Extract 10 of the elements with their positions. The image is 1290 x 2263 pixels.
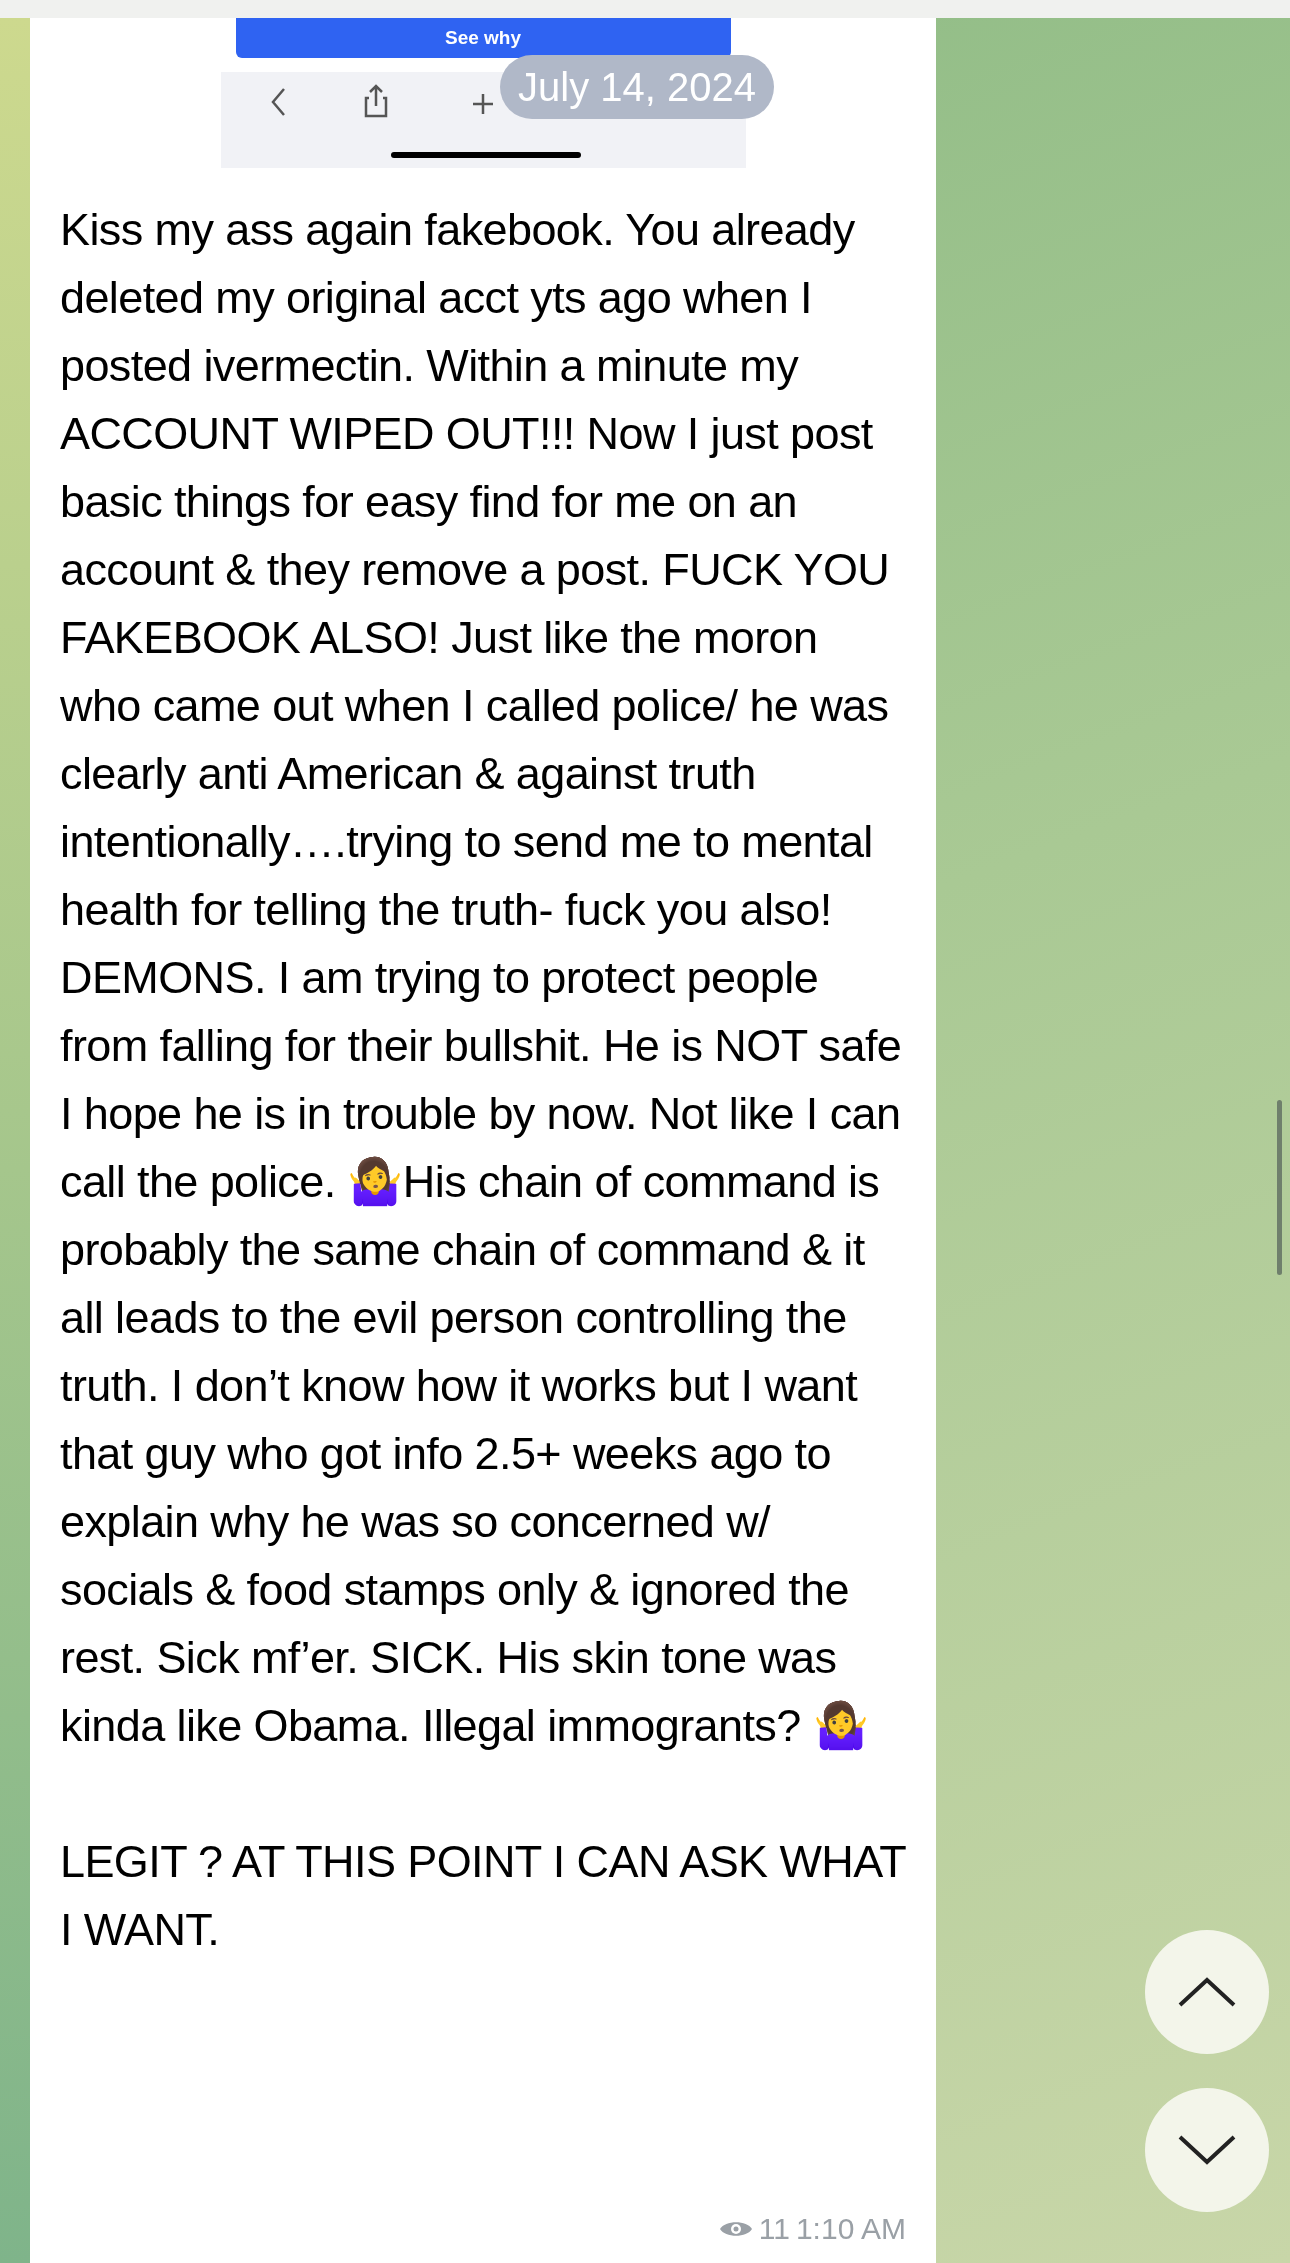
chevron-up-icon xyxy=(1177,1976,1237,2008)
view-count: 11 xyxy=(758,2211,790,2247)
share-icon[interactable] xyxy=(362,84,389,118)
message-text: Kiss my ass again fakebook. You already deleted my original acct yts ago when I posted ivermectin. Within a minute my ACCOUNT WIPED OUT!!! Now I just post basic things for easy find for me on an account & they remove a post. FUCK YOU FAKEBOOK ALSO! Just like the moron who came out when I called police/ he was clearly anti American & against truth intentionally….trying to send me to mental health for telling the truth- fuck you also! DEMONS. I am trying to protect people from falling for their bullshit. He is NOT safe I hope he is in trouble by now. Not like I can call the police. 🤷‍♀His chain of command is probably the same chain of command & it all leads to the evil person controlling the truth. I don’t know how it works but I want that guy who got info 2.5+ weeks ago to explain why he was so concerned w/ socials & food stamps only & ignored the rest. Sick mf’er. SICK. His skin tone was kinda like Obama. Illegal immogrants? 🤷‍♀ xyxy=(60,203,903,1753)
plus-icon[interactable] xyxy=(470,92,495,116)
date-badge: July 14, 2024 xyxy=(500,55,774,119)
chevron-down-icon xyxy=(1177,2134,1237,2166)
see-why-button[interactable]: See why xyxy=(235,18,731,58)
message-text: LEGIT ? AT THIS POINT I CAN ASK WHAT I WANT. xyxy=(60,1835,906,1957)
message-time: 1:10 AM xyxy=(795,2211,906,2247)
